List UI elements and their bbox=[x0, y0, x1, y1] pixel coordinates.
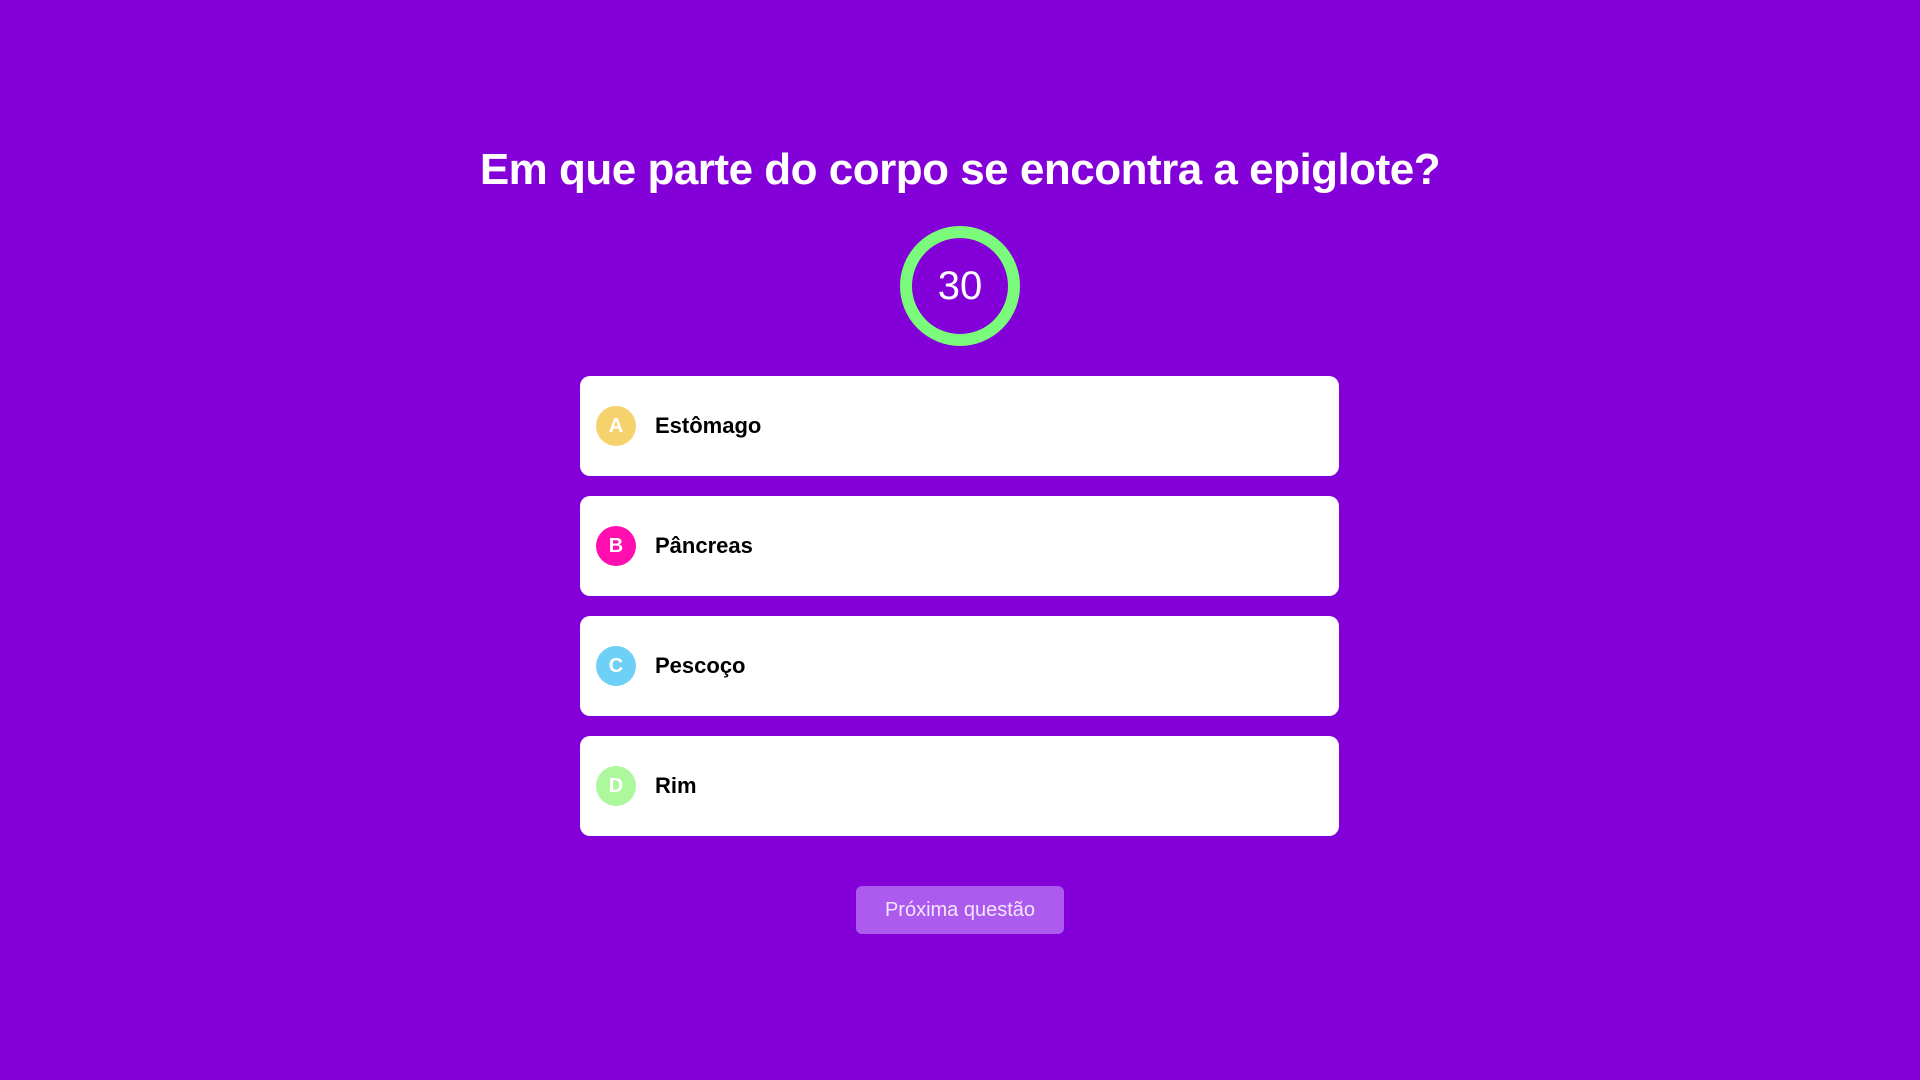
answer-letter: C bbox=[608, 654, 624, 677]
answer-letter-badge: A bbox=[596, 406, 636, 446]
answer-label: Pâncreas bbox=[655, 533, 753, 558]
answer-list: A Estômago B Pâncreas C Pescoço D Rim bbox=[580, 376, 1339, 856]
answer-label: Estômago bbox=[655, 413, 762, 438]
answer-letter-badge: C bbox=[596, 646, 636, 686]
question-title: Em que parte do corpo se encontra a epig… bbox=[479, 145, 1441, 194]
answer-label: Rim bbox=[655, 773, 697, 798]
answer-label: Pescoço bbox=[655, 653, 746, 678]
answer-option-b[interactable]: B Pâncreas bbox=[580, 496, 1339, 596]
countdown-timer: 30 bbox=[900, 226, 1020, 346]
answer-letter: D bbox=[608, 774, 624, 797]
timer-value: 30 bbox=[937, 263, 983, 308]
next-question-button[interactable]: Próxima questão bbox=[856, 886, 1064, 934]
answer-letter-badge: D bbox=[596, 766, 636, 806]
answer-option-d[interactable]: D Rim bbox=[580, 736, 1339, 836]
answer-letter: A bbox=[608, 414, 624, 437]
answer-letter-badge: B bbox=[596, 526, 636, 566]
answer-option-a[interactable]: A Estômago bbox=[580, 376, 1339, 476]
answer-letter: B bbox=[608, 534, 624, 557]
answer-option-c[interactable]: C Pescoço bbox=[580, 616, 1339, 716]
